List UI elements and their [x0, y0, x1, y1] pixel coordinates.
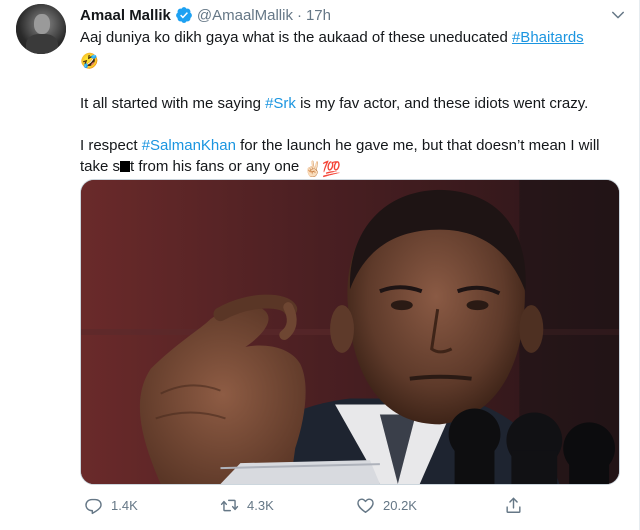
tweet-paragraph-3: I respect #SalmanKhan for the launch he … [80, 135, 628, 180]
like-count: 20.2K [383, 498, 417, 513]
text-segment: t from his fans or any one [130, 158, 304, 175]
rofl-emoji: 🤣 [80, 53, 99, 70]
victory-hand-emoji: ✌🏻 [303, 161, 323, 178]
like-button[interactable]: 20.2K [356, 496, 417, 515]
retweet-count: 4.3K [247, 498, 274, 513]
share-icon [506, 497, 521, 513]
tweet-card[interactable]: Amaal Mallik @AmaalMallik · 17h Aaj duni… [0, 0, 640, 530]
verified-badge-icon [175, 6, 193, 24]
redaction-block [120, 161, 131, 172]
chevron-down-icon[interactable] [609, 6, 627, 24]
tweet-actions: 1.4K 4.3K 20.2K [80, 492, 620, 522]
retweet-icon [220, 499, 239, 512]
text-segment: Aaj duniya ko dikh gaya what is the auka… [80, 29, 512, 46]
tweet-header: Amaal Mallik @AmaalMallik · 17h [80, 4, 331, 26]
hashtag-link-bhaitards[interactable]: #Bhaitards [512, 29, 584, 46]
tweet-paragraph-2: It all started with me saying #Srk is my… [80, 93, 628, 114]
heart-icon [357, 498, 374, 513]
separator-dot: · [296, 6, 302, 24]
tweet-text: Aaj duniya ko dikh gaya what is the auka… [80, 27, 628, 180]
hashtag-link-salmankhan[interactable]: #SalmanKhan [142, 137, 236, 154]
reply-icon [85, 498, 102, 515]
text-segment: is my fav actor, and these idiots went c… [295, 95, 589, 112]
retweet-button[interactable]: 4.3K [220, 496, 274, 515]
reply-count: 1.4K [111, 498, 138, 513]
reply-button[interactable]: 1.4K [84, 496, 138, 515]
tweet-timestamp[interactable]: 17h [306, 7, 331, 24]
hashtag-link-srk[interactable]: #Srk [265, 95, 296, 112]
text-segment: It all started with me saying [80, 95, 266, 112]
hundred-points-emoji: 💯 [322, 161, 341, 178]
author-handle[interactable]: @AmaalMallik [197, 7, 293, 24]
avatar[interactable] [16, 4, 66, 54]
tweet-media-image[interactable] [80, 179, 620, 485]
author-name[interactable]: Amaal Mallik [80, 7, 171, 24]
tweet-paragraph-1: Aaj duniya ko dikh gaya what is the auka… [80, 27, 628, 72]
share-button[interactable] [504, 496, 531, 515]
text-segment: I respect [80, 137, 142, 154]
